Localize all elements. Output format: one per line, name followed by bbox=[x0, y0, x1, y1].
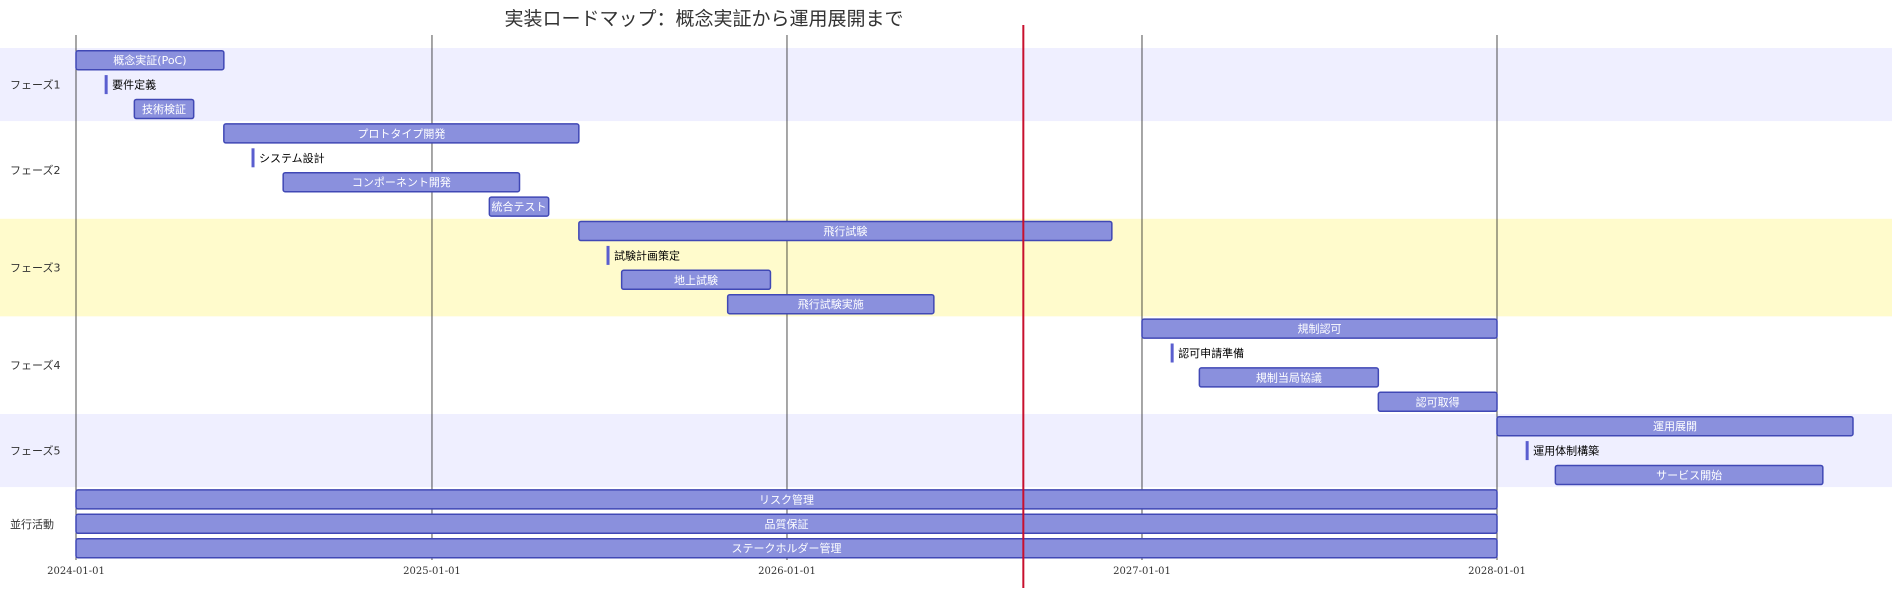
task-label: 技術検証 bbox=[142, 102, 186, 116]
milestone-label: 試験計画策定 bbox=[614, 248, 680, 262]
task-label: 飛行試験 bbox=[823, 224, 867, 238]
task-label: プロトタイプ開発 bbox=[357, 126, 445, 140]
task-label: 規制当局協議 bbox=[1256, 370, 1322, 384]
task-label: 統合テスト bbox=[492, 200, 547, 214]
milestone-label: 要件定義 bbox=[112, 78, 156, 92]
x-tick-label: 2027-01-01 bbox=[1113, 566, 1171, 577]
x-axis-ticks: 2024-01-01 2025-01-01 2026-01-01 2027-01-01… bbox=[47, 566, 1526, 577]
task-label: 概念実証(PoC) bbox=[113, 53, 186, 67]
section-label: フェーズ3 bbox=[10, 261, 60, 275]
x-tick-label: 2025-01-01 bbox=[403, 566, 461, 577]
milestone-label: 運用体制構築 bbox=[1533, 444, 1599, 458]
task-label: 地上試験 bbox=[674, 273, 718, 287]
x-tick-label: 2028-01-01 bbox=[1468, 566, 1526, 577]
milestone-marker bbox=[606, 245, 610, 265]
x-tick-label: 2026-01-01 bbox=[758, 566, 816, 577]
task-label: サービス開始 bbox=[1656, 468, 1722, 482]
milestone-label: システム設計 bbox=[259, 151, 325, 165]
task-label: 飛行試験実施 bbox=[798, 297, 864, 311]
task-label: ステークホルダー管理 bbox=[732, 541, 842, 555]
x-tick-label: 2024-01-01 bbox=[47, 566, 105, 577]
milestone-marker bbox=[1170, 343, 1174, 363]
task-label: 規制認可 bbox=[1297, 322, 1341, 336]
task-label: 品質保証 bbox=[765, 517, 809, 531]
task-label: 運用展開 bbox=[1653, 420, 1697, 433]
task-label: コンポーネント開発 bbox=[352, 175, 451, 189]
milestone-marker bbox=[104, 75, 108, 95]
section-label: 並行活動 bbox=[10, 517, 54, 531]
section-label: フェーズ1 bbox=[10, 78, 60, 92]
section-label: フェーズ5 bbox=[10, 444, 60, 458]
task-label: リスク管理 bbox=[759, 492, 814, 506]
gantt-chart: 概念実証(PoC) 要件定義技術検証プロトタイプ開発システム設計コンポーネント開発… bbox=[0, 7, 1892, 588]
section-label: フェーズ2 bbox=[10, 163, 60, 177]
milestone-marker bbox=[1525, 441, 1529, 461]
section-band bbox=[0, 316, 1892, 414]
milestone-label: 認可申請準備 bbox=[1178, 346, 1244, 360]
task-label: 認可取得 bbox=[1416, 395, 1460, 409]
milestone-marker bbox=[251, 148, 255, 168]
chart-title: 実装ロードマップ：概念実証から運用展開まで bbox=[504, 7, 903, 30]
section-label: フェーズ4 bbox=[10, 358, 60, 372]
section-band bbox=[0, 48, 1892, 122]
